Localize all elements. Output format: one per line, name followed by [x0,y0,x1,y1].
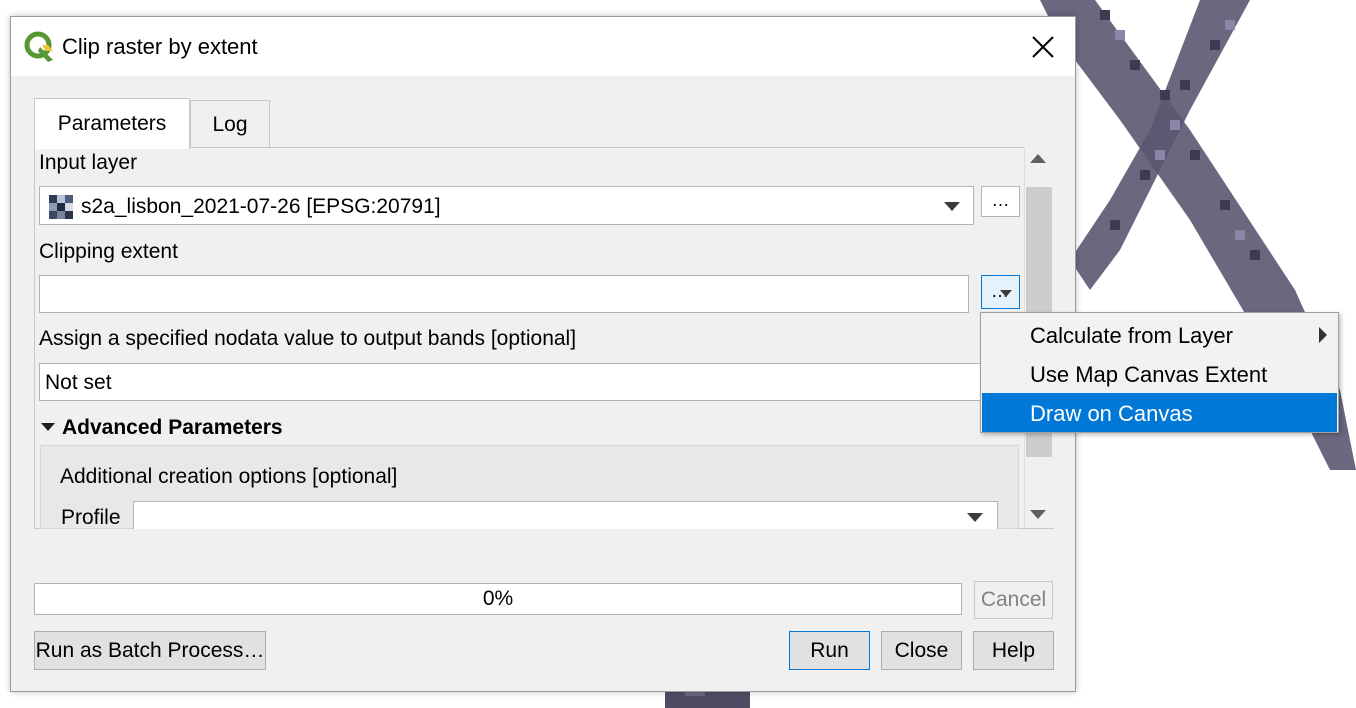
title-bar: Clip raster by extent [11,17,1075,76]
tab-parameters[interactable]: Parameters [34,98,190,149]
advanced-parameters-header[interactable]: Advanced Parameters [62,416,283,440]
help-button[interactable]: Help [973,631,1054,670]
menu-item-label: Calculate from Layer [1030,323,1233,348]
dialog-title: Clip raster by extent [62,34,258,59]
nodata-value: Not set [45,371,112,394]
clipping-extent-label: Clipping extent [39,240,178,263]
input-layer-label: Input layer [39,151,138,174]
close-icon[interactable] [1027,31,1059,63]
close-button[interactable]: Close [881,631,962,670]
chevron-down-icon [1000,290,1012,297]
chevron-down-icon [967,513,983,522]
scroll-down-icon[interactable] [1030,510,1046,519]
input-layer-browse-button[interactable]: … [981,186,1020,217]
menu-item-draw-on-canvas[interactable]: Draw on Canvas [982,393,1337,432]
progress-bar: 0% [34,583,962,615]
menu-item-calculate-from-layer[interactable]: Calculate from Layer [982,315,1337,354]
run-button[interactable]: Run [789,631,870,670]
profile-label: Profile [61,506,121,529]
menu-item-label: Draw on Canvas [1030,401,1193,426]
collapse-triangle-icon[interactable] [41,423,55,433]
profile-combo[interactable] [133,501,998,529]
scroll-up-icon[interactable] [1030,154,1046,163]
tab-log[interactable]: Log [190,100,270,147]
run-as-batch-button[interactable]: Run as Batch Process… [34,631,266,670]
chevron-down-icon [944,202,960,211]
creation-options-label: Additional creation options [optional] [60,465,398,488]
progress-text: 0% [482,587,514,610]
input-layer-combo[interactable]: s2a_lisbon_2021-07-26 [EPSG:20791] [39,186,974,225]
raster-layer-icon [49,195,73,219]
clipping-extent-menu-button[interactable]: … [981,275,1020,309]
input-layer-value: s2a_lisbon_2021-07-26 [EPSG:20791] [81,195,441,218]
clip-raster-dialog: Clip raster by extent Parameters Log Inp… [10,16,1076,692]
qgis-logo-icon [24,31,53,62]
clipping-extent-input[interactable] [39,275,969,313]
extent-context-menu: Calculate from Layer Use Map Canvas Exte… [980,312,1339,433]
nodata-label: Assign a specified nodata value to outpu… [39,327,577,350]
menu-item-use-map-canvas-extent[interactable]: Use Map Canvas Extent [982,354,1337,393]
cancel-button[interactable]: Cancel [974,581,1053,619]
menu-item-label: Use Map Canvas Extent [1030,362,1268,387]
submenu-arrow-icon [1319,327,1327,343]
nodata-input[interactable]: Not set [39,363,1024,401]
